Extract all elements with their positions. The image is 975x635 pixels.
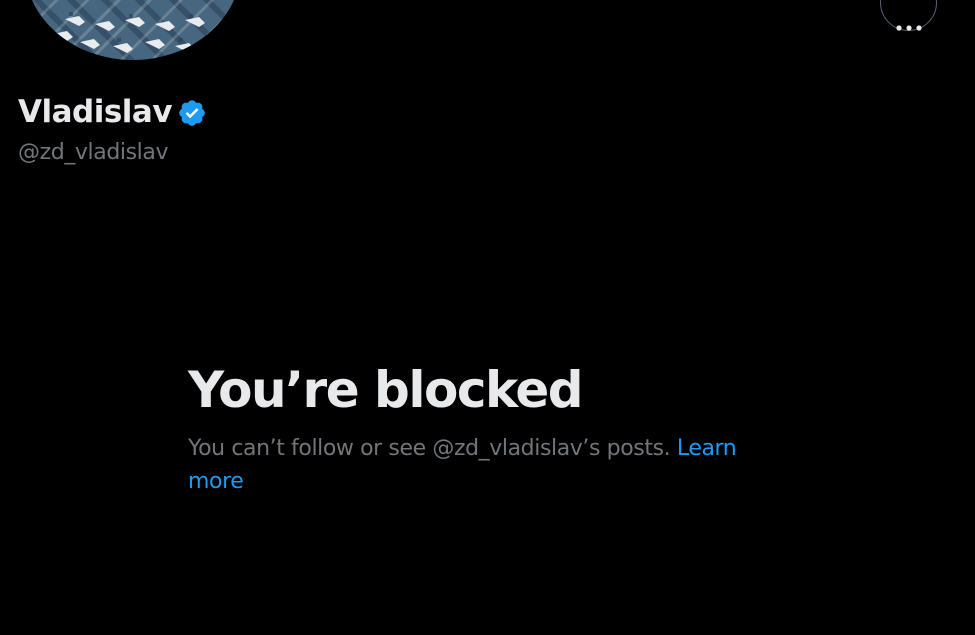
avatar-pattern [53, 12, 227, 53]
handle: @zd_vladislav [18, 140, 169, 165]
blocked-description-text: You can’t follow or see @zd_vladislav’s … [188, 436, 671, 461]
more-options-button[interactable] [880, 0, 937, 31]
blocked-description: You can’t follow or see @zd_vladislav’s … [188, 432, 788, 498]
blocked-title: You’re blocked [188, 361, 584, 419]
more-horizontal-icon [895, 24, 922, 31]
display-name: Vladislav [18, 94, 173, 130]
avatar[interactable] [25, 0, 241, 60]
profile-page: Vladislav @zd_vladislav You’re blocked Y… [0, 0, 975, 635]
verified-badge-icon[interactable] [177, 98, 207, 128]
blocked-notice: You’re blocked You can’t follow or see @… [188, 360, 788, 498]
display-name-row: Vladislav [18, 94, 207, 130]
